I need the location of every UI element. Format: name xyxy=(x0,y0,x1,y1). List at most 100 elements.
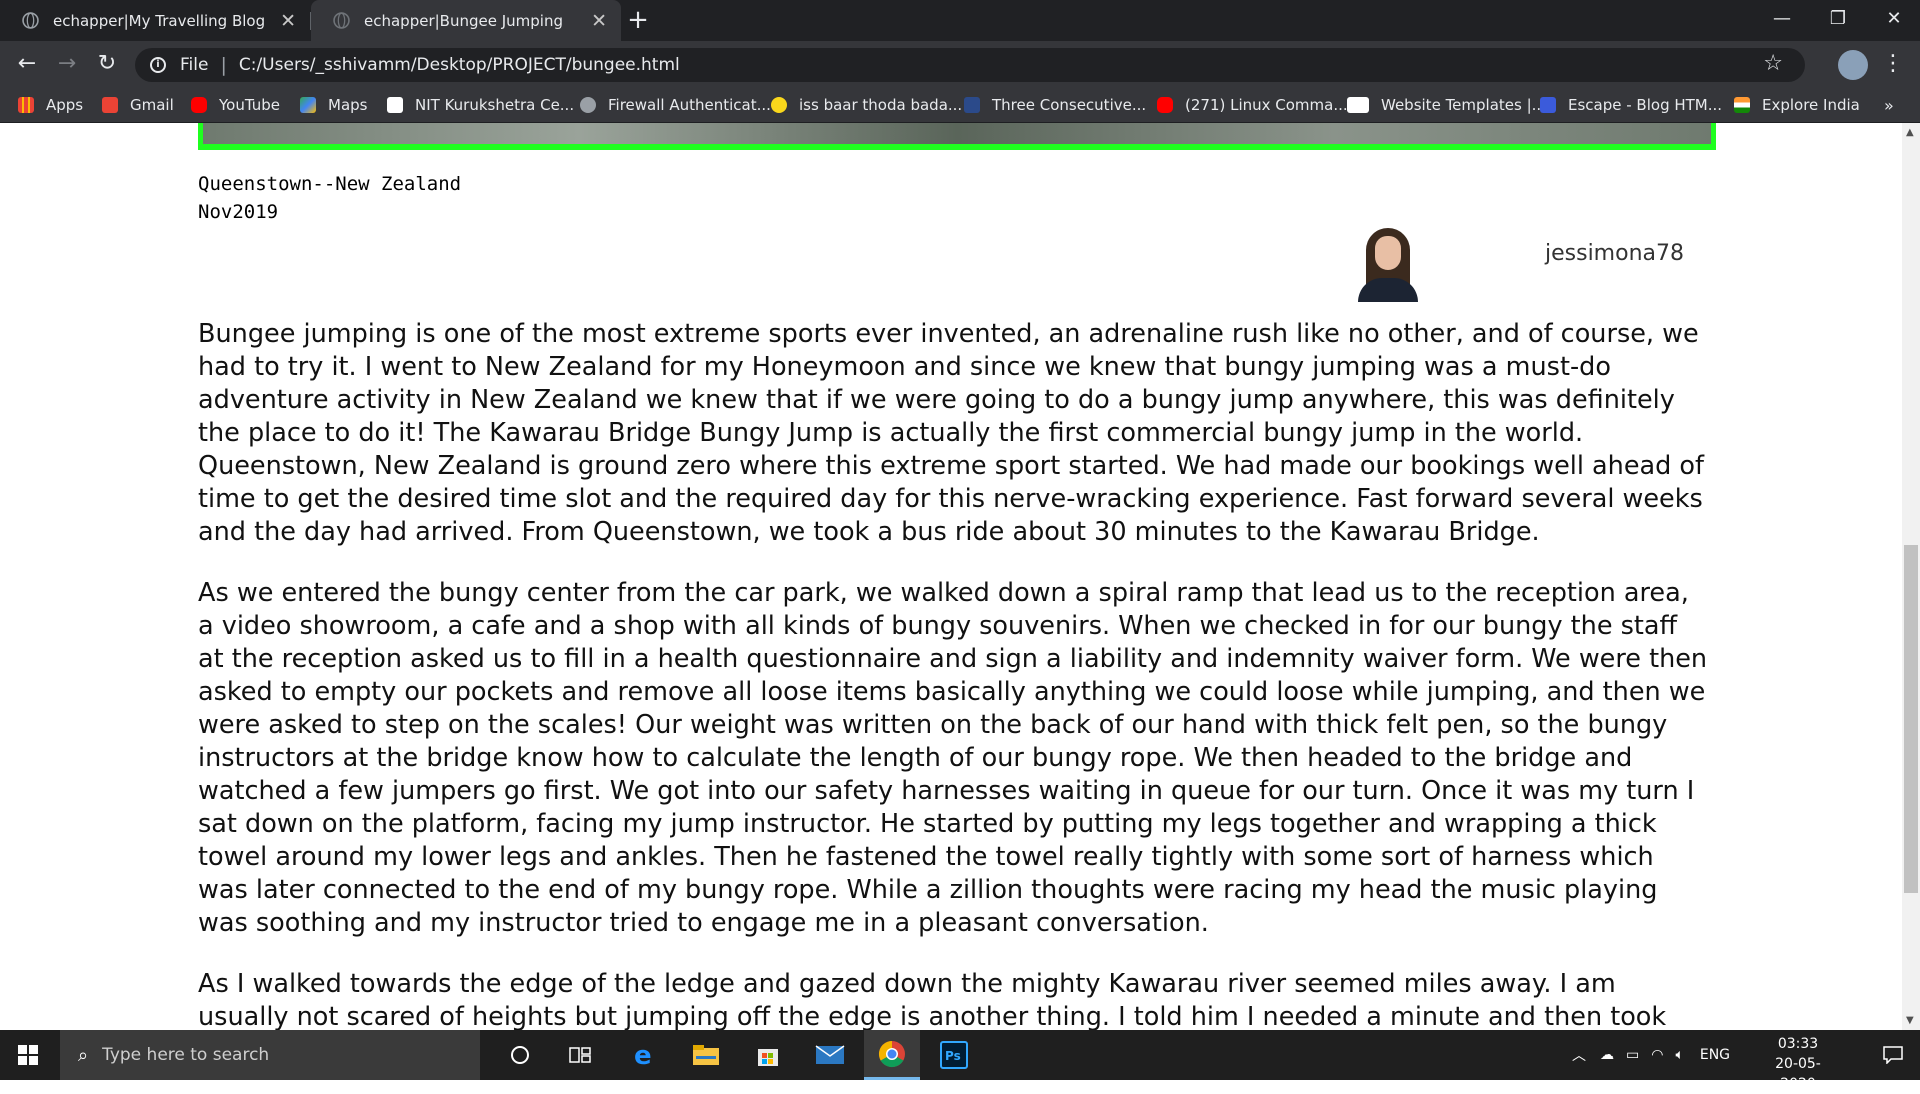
star-icon[interactable]: ☆ xyxy=(1763,51,1783,76)
youtube-icon xyxy=(1157,97,1173,113)
cortana-icon[interactable] xyxy=(492,1030,548,1080)
globe-icon xyxy=(580,97,596,113)
windows-start-icon[interactable] xyxy=(18,1045,38,1065)
battery-icon[interactable]: ▭ xyxy=(1626,1047,1639,1063)
clock[interactable]: 03:33 20-05-2020 xyxy=(1762,1034,1834,1094)
post-date: Nov2019 xyxy=(198,201,279,223)
tab-title: echapper|Bungee Jumping xyxy=(364,11,563,30)
tab-bungee-jumping[interactable]: echapper|Bungee Jumping ✕ xyxy=(311,0,621,41)
youtube-icon xyxy=(191,97,207,113)
bookmark-apps[interactable]: Apps xyxy=(18,88,83,122)
close-window-button[interactable]: ✕ xyxy=(1866,0,1920,38)
author-avatar xyxy=(1348,222,1428,302)
page-content: Queenstown--New Zealand Nov2019 jessimon… xyxy=(0,123,1902,1030)
back-button[interactable]: ← xyxy=(12,49,42,79)
article-paragraph: As we entered the bungy center from the … xyxy=(198,578,1708,938)
taskbar-search[interactable]: ⌕ Type here to search xyxy=(60,1030,480,1080)
system-tray: ︿ ☁ ▭ ◠ 🔈︎ ENG xyxy=(1572,1030,1730,1080)
scrollbar-thumb[interactable] xyxy=(1904,545,1918,893)
volume-icon[interactable]: 🔈︎ xyxy=(1675,1047,1683,1063)
scroll-down-icon[interactable]: ▼ xyxy=(1906,1015,1914,1026)
show-hidden-icons-icon[interactable]: ︿ xyxy=(1572,1045,1586,1065)
address-bar[interactable]: i File | C:/Users/_sshivamm/Desktop/PROJ… xyxy=(135,48,1805,82)
bookmark-maps[interactable]: Maps xyxy=(300,88,367,122)
info-icon[interactable]: i xyxy=(150,57,166,73)
address-protocol: File xyxy=(180,55,209,75)
hero-photo xyxy=(203,123,1711,144)
bookmark-youtube[interactable]: YouTube xyxy=(191,88,280,122)
bookmark-label: NIT Kurukshetra Ce... xyxy=(415,96,575,114)
scroll-up-icon[interactable]: ▲ xyxy=(1906,127,1914,138)
article-body: Bungee jumping is one of the most extrem… xyxy=(198,318,1708,1030)
forward-button[interactable]: → xyxy=(52,49,82,79)
nit-icon xyxy=(387,97,403,113)
post-meta: Queenstown--New Zealand Nov2019 xyxy=(198,170,461,226)
globe-icon xyxy=(333,12,350,29)
tab-my-travelling-blog[interactable]: echapper|My Travelling Blog ✕ xyxy=(0,0,310,41)
search-icon: ⌕ xyxy=(78,1044,89,1066)
restore-button[interactable]: ❐ xyxy=(1810,0,1866,38)
tab-strip: echapper|My Travelling Blog ✕ echapper|B… xyxy=(0,0,1920,41)
bookmark-gmail[interactable]: Gmail xyxy=(102,88,174,122)
browser-toolbar: ← → ↻ i File | C:/Users/_sshivamm/Deskto… xyxy=(0,41,1920,88)
task-view-icon[interactable] xyxy=(552,1030,608,1080)
author-username: jessimona78 xyxy=(1545,241,1684,266)
article-paragraph: Bungee jumping is one of the most extrem… xyxy=(198,319,1705,547)
bookmark-label: Three Consecutive... xyxy=(992,96,1147,114)
bookmark-label: YouTube xyxy=(219,96,280,114)
mail-icon[interactable] xyxy=(802,1030,858,1080)
wifi-icon[interactable]: ◠ xyxy=(1651,1047,1663,1063)
close-tab-icon[interactable]: ✕ xyxy=(591,10,607,32)
clock-time: 03:33 xyxy=(1777,1036,1819,1052)
bookmark-linux-commands[interactable]: (271) Linux Comma... xyxy=(1157,88,1348,122)
search-placeholder: Type here to search xyxy=(102,1045,270,1065)
bookmark-website-templates[interactable]: Website Templates |... xyxy=(1347,88,1546,122)
bookmarks-bar: Apps Gmail YouTube Maps NIT Kurukshetra … xyxy=(0,88,1920,123)
bookmark-label: Gmail xyxy=(130,96,174,114)
chrome-icon[interactable] xyxy=(864,1030,920,1080)
clock-date: 20-05-2020 xyxy=(1775,1056,1821,1092)
photoshop-icon[interactable]: Ps xyxy=(926,1030,982,1080)
globe-icon xyxy=(22,12,39,29)
bookmark-label: Apps xyxy=(46,96,84,114)
bookmark-firewall[interactable]: Firewall Authenticat... xyxy=(580,88,771,122)
profile-avatar[interactable] xyxy=(1838,50,1868,80)
bookmark-three-consecutive[interactable]: Three Consecutive... xyxy=(964,88,1146,122)
bookmark-label: Escape - Blog HTM... xyxy=(1568,96,1723,114)
address-separator: | xyxy=(220,54,227,76)
bookmark-label: Maps xyxy=(328,96,368,114)
bookmark-label: Website Templates |... xyxy=(1381,96,1546,114)
bookmark-explore-india[interactable]: Explore India xyxy=(1734,88,1860,122)
close-tab-icon[interactable]: ✕ xyxy=(280,10,296,32)
bookmarks-overflow-icon[interactable]: » xyxy=(1884,88,1894,122)
file-explorer-icon[interactable] xyxy=(678,1030,734,1080)
edge-icon[interactable]: e xyxy=(616,1030,672,1080)
bookmark-label: Firewall Authenticat... xyxy=(608,96,771,114)
menu-icon[interactable]: ⋮ xyxy=(1882,51,1904,76)
post-location: Queenstown--New Zealand xyxy=(198,173,462,195)
bookmark-escape-blog[interactable]: Escape - Blog HTM... xyxy=(1540,88,1722,122)
new-tab-button[interactable]: + xyxy=(623,6,653,36)
bookmark-label: iss baar thoda bada... xyxy=(799,96,963,114)
page-scrollbar[interactable]: ▲ ▼ xyxy=(1902,123,1920,1030)
minimize-button[interactable]: — xyxy=(1754,0,1810,38)
article-paragraph: As I walked towards the edge of the ledg… xyxy=(198,969,1667,1030)
svg-text:e: e xyxy=(634,1042,652,1068)
bookmark-nit-kurukshetra[interactable]: NIT Kurukshetra Ce... xyxy=(387,88,574,122)
bookmark-icon xyxy=(964,97,980,113)
wix-icon xyxy=(1347,97,1369,113)
w-icon xyxy=(1540,97,1556,113)
windows-taskbar: ⌕ Type here to search e Ps ︿ ☁ ▭ ◠ 🔈︎ EN… xyxy=(0,1030,1920,1092)
notifications-icon[interactable] xyxy=(1866,1030,1920,1080)
hero-image xyxy=(198,123,1716,150)
bookmark-label: Explore India xyxy=(1762,96,1860,114)
language-indicator[interactable]: ENG xyxy=(1700,1047,1730,1063)
store-icon[interactable] xyxy=(740,1030,796,1080)
svg-text:Ps: Ps xyxy=(945,1049,961,1063)
smiley-icon xyxy=(771,97,787,113)
reload-button[interactable]: ↻ xyxy=(92,49,122,79)
gmail-icon xyxy=(102,97,118,113)
onedrive-icon[interactable]: ☁ xyxy=(1600,1047,1614,1063)
bookmark-iss-baar[interactable]: iss baar thoda bada... xyxy=(771,88,962,122)
address-url[interactable]: C:/Users/_sshivamm/Desktop/PROJECT/bunge… xyxy=(239,55,680,75)
